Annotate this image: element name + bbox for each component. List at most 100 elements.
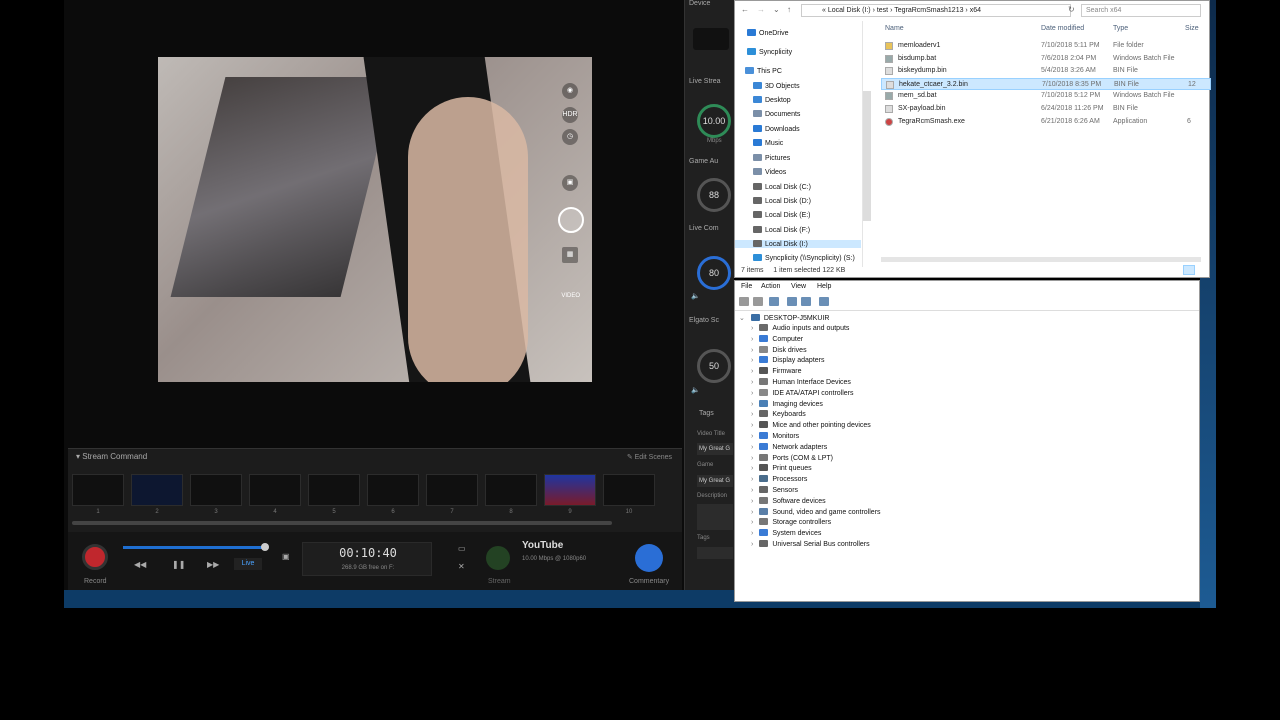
expand-chevron-icon[interactable]: › bbox=[751, 325, 753, 332]
expand-chevron-icon[interactable]: › bbox=[751, 422, 753, 429]
expand-chevron-icon[interactable]: › bbox=[751, 368, 753, 375]
expand-chevron-icon[interactable]: › bbox=[751, 530, 753, 537]
scene-thumbnail[interactable] bbox=[131, 474, 183, 506]
expand-chevron-icon[interactable]: › bbox=[751, 509, 753, 516]
device-category[interactable]: › Processors bbox=[751, 475, 807, 483]
mute-speaker-icon[interactable]: ✕ bbox=[458, 562, 465, 571]
device-category[interactable]: › Sensors bbox=[751, 486, 798, 494]
expand-chevron-icon[interactable]: › bbox=[751, 390, 753, 397]
expand-chevron-icon[interactable]: › bbox=[751, 433, 753, 440]
expand-chevron-icon[interactable]: › bbox=[751, 487, 753, 494]
live-button[interactable]: Live bbox=[234, 558, 262, 570]
camera-photo-icon[interactable]: ▣ bbox=[562, 175, 578, 191]
device-category[interactable]: › Monitors bbox=[751, 432, 799, 440]
record-button[interactable] bbox=[82, 544, 108, 570]
tree-root[interactable]: ⌄ DESKTOP-J5MKUIR bbox=[739, 314, 829, 322]
file-row[interactable]: hekate_ctcaer_3.2.bin 7/10/2018 8:35 PM BI… bbox=[881, 77, 1211, 90]
forward-arrow-icon[interactable]: → bbox=[757, 5, 765, 14]
device-category[interactable]: › Keyboards bbox=[751, 410, 806, 418]
commentary-mic-button[interactable] bbox=[635, 544, 663, 572]
camera-shutter-button[interactable] bbox=[558, 207, 584, 233]
expand-chevron-icon[interactable]: › bbox=[751, 519, 753, 526]
update-driver-toolbar-icon[interactable] bbox=[801, 297, 811, 306]
device-category[interactable]: › Network adapters bbox=[751, 442, 827, 451]
scene-thumbnail[interactable] bbox=[367, 474, 419, 506]
fast-forward-icon[interactable]: ▶▶ bbox=[207, 560, 219, 569]
scene-thumbnail[interactable] bbox=[544, 474, 596, 506]
game-input[interactable]: My Great G bbox=[697, 475, 733, 487]
expand-chevron-icon[interactable]: › bbox=[751, 455, 753, 462]
monitor-icon[interactable]: ▭ bbox=[458, 544, 466, 553]
back-arrow-icon[interactable]: ← bbox=[741, 5, 749, 14]
elgato-gauge[interactable]: 50 bbox=[697, 349, 731, 383]
nav-item[interactable]: 3D Objects bbox=[753, 82, 800, 90]
expand-chevron-icon[interactable]: › bbox=[751, 357, 753, 364]
file-row[interactable]: memloaderv1 7/10/2018 5:11 PM File folder bbox=[881, 40, 1211, 52]
expand-chevron-icon[interactable]: › bbox=[751, 541, 753, 548]
recent-chevron-icon[interactable]: ⌄ bbox=[773, 5, 780, 14]
device-category[interactable]: › Disk drives bbox=[751, 345, 807, 354]
column-header-name[interactable]: Name bbox=[885, 25, 904, 32]
expand-chevron-icon[interactable]: ⌄ bbox=[739, 315, 745, 322]
camera-timer-icon[interactable]: ◷ bbox=[562, 129, 578, 145]
file-row[interactable]: TegraRcmSmash.exe 6/21/2018 6:26 AM Applic… bbox=[881, 116, 1211, 128]
file-row[interactable]: SX-payload.bin 6/24/2018 11:26 PM BIN File bbox=[881, 103, 1211, 115]
column-header-type[interactable]: Type bbox=[1113, 25, 1128, 32]
nav-item[interactable]: Syncplicity bbox=[747, 48, 792, 56]
video-preview[interactable]: ◉ HDR ◷ ▣ ▦ VIDEO bbox=[158, 57, 592, 382]
tags-input[interactable] bbox=[697, 547, 733, 559]
scene-thumbnail[interactable] bbox=[249, 474, 301, 506]
column-header-date[interactable]: Date modified bbox=[1041, 25, 1084, 32]
commentary-gauge[interactable]: 80 bbox=[697, 256, 731, 290]
nav-item[interactable]: Desktop bbox=[753, 96, 791, 104]
nav-item[interactable]: Videos bbox=[753, 168, 786, 176]
device-category[interactable]: › Firmware bbox=[751, 367, 802, 375]
file-row[interactable]: mem_sd.bat 7/10/2018 5:12 PM Windows Batch… bbox=[881, 90, 1211, 102]
expand-chevron-icon[interactable]: › bbox=[751, 411, 753, 418]
nav-item[interactable]: Music bbox=[753, 139, 783, 147]
device-category[interactable]: › Sound, video and game controllers bbox=[751, 507, 881, 516]
device-category[interactable]: › Software devices bbox=[751, 496, 826, 505]
device-category[interactable]: › Audio inputs and outputs bbox=[751, 324, 849, 332]
nav-pane-scrollbar[interactable] bbox=[863, 91, 871, 221]
scene-thumbnail[interactable] bbox=[72, 474, 124, 506]
expand-chevron-icon[interactable]: › bbox=[751, 347, 753, 354]
device-category[interactable]: › Storage controllers bbox=[751, 518, 831, 526]
nav-item[interactable]: OneDrive bbox=[747, 29, 789, 37]
device-category[interactable]: › Imaging devices bbox=[751, 399, 823, 408]
scan-hardware-toolbar-icon[interactable] bbox=[819, 297, 829, 306]
expand-chevron-icon[interactable]: › bbox=[751, 336, 753, 343]
device-category[interactable]: › Universal Serial Bus controllers bbox=[751, 540, 870, 548]
bitrate-gauge[interactable]: 10.00 bbox=[697, 104, 731, 138]
expand-chevron-icon[interactable]: › bbox=[751, 498, 753, 505]
expand-chevron-icon[interactable]: › bbox=[751, 465, 753, 472]
file-row[interactable]: biskeydump.bin 5/4/2018 3:26 AM BIN File bbox=[881, 65, 1211, 77]
rewind-icon[interactable]: ◀◀ bbox=[134, 560, 146, 569]
expand-chevron-icon[interactable]: › bbox=[751, 379, 753, 386]
menu-action[interactable]: Action bbox=[761, 283, 780, 290]
menu-view[interactable]: View bbox=[791, 283, 806, 290]
back-toolbar-icon[interactable] bbox=[739, 297, 749, 306]
horizontal-scrollbar[interactable] bbox=[881, 257, 1201, 262]
help-toolbar-icon[interactable] bbox=[787, 297, 797, 306]
column-header-size[interactable]: Size bbox=[1185, 25, 1199, 32]
commentary-volume-icon[interactable]: 🔈 bbox=[691, 292, 700, 300]
menu-file[interactable]: File bbox=[741, 283, 752, 290]
nav-item[interactable]: Local Disk (F:) bbox=[753, 226, 810, 234]
up-arrow-icon[interactable]: ↑ bbox=[787, 5, 791, 14]
live-stream-header[interactable]: Live Strea bbox=[689, 78, 721, 85]
address-bar[interactable]: « Local Disk (I:) › test › TegraRcmSmash… bbox=[801, 4, 1071, 17]
device-category[interactable]: › Human Interface Devices bbox=[751, 378, 851, 386]
device-header[interactable]: Device bbox=[689, 0, 710, 7]
stream-button[interactable] bbox=[486, 546, 510, 570]
device-category[interactable]: › Computer bbox=[751, 334, 803, 343]
nav-item[interactable]: Local Disk (E:) bbox=[753, 211, 811, 219]
nav-item[interactable]: Downloads bbox=[753, 125, 800, 133]
nav-item[interactable]: Pictures bbox=[753, 154, 790, 162]
scene-thumbnail[interactable] bbox=[308, 474, 360, 506]
device-category[interactable]: › System devices bbox=[751, 529, 821, 537]
timeline-knob[interactable] bbox=[260, 543, 269, 551]
nav-item[interactable]: This PC bbox=[745, 67, 782, 75]
camera-gallery-icon[interactable]: ▦ bbox=[562, 247, 578, 263]
game-audio-header[interactable]: Game Au bbox=[689, 158, 718, 165]
